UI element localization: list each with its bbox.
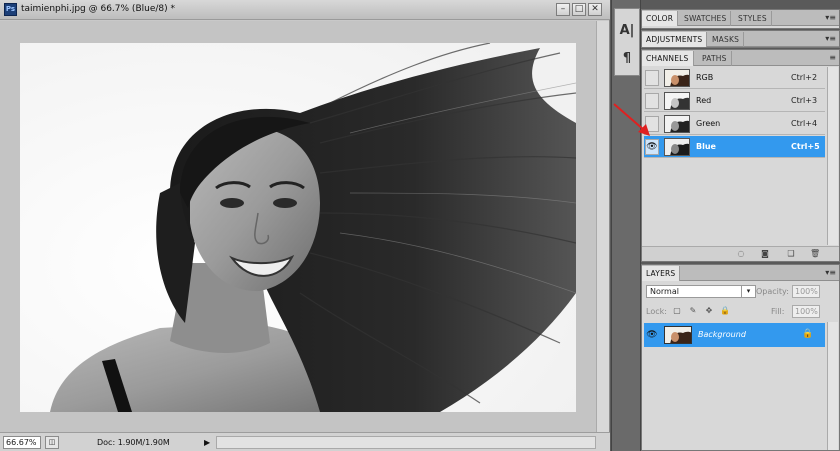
panel-menu-icon[interactable]: ▾≡ xyxy=(825,268,836,277)
tab-channels[interactable]: CHANNELS xyxy=(642,51,694,66)
channel-thumbnail xyxy=(664,138,690,156)
vertical-scrollbar[interactable] xyxy=(596,21,609,432)
channel-thumbnail xyxy=(664,69,690,87)
layer-row-background[interactable]: 👁 Background 🔒 xyxy=(644,323,825,347)
paragraph-panel-icon[interactable]: ¶ xyxy=(615,51,639,66)
document-info: Doc: 1.90M/1.90M xyxy=(97,438,170,447)
photoshop-icon: Ps xyxy=(4,3,17,16)
lock-icon: 🔒 xyxy=(802,329,814,339)
status-bar: 66.67% ◫ Doc: 1.90M/1.90M ▶ xyxy=(0,432,610,451)
opacity-field[interactable]: 100% xyxy=(792,285,820,298)
channels-footer: ◌ ◙ ❑ 🗑 xyxy=(642,246,839,261)
tab-color[interactable]: COLOR xyxy=(642,11,679,26)
lock-all-icon[interactable]: 🔒 xyxy=(720,306,730,316)
close-icon[interactable]: ✕ xyxy=(588,3,602,16)
lock-label: Lock: xyxy=(646,307,667,316)
new-channel-icon[interactable]: ❑ xyxy=(786,249,796,259)
zoom-field[interactable]: 66.67% xyxy=(3,436,41,449)
tab-paths[interactable]: PATHS xyxy=(698,51,732,66)
layers-panel-tabs: LAYERS ▾≡ xyxy=(642,265,839,281)
channel-row-rgb[interactable]: RGB Ctrl+2 xyxy=(644,67,825,89)
document-window: Ps taimienphi.jpg @ 66.7% (Blue/8) * – □… xyxy=(0,0,610,451)
channel-thumbnail xyxy=(664,92,690,110)
chevron-down-icon[interactable]: ▾ xyxy=(741,285,755,298)
layer-name: Background xyxy=(698,330,746,339)
eye-icon[interactable]: 👁 xyxy=(645,327,659,343)
channel-row-green[interactable]: Green Ctrl+4 xyxy=(644,113,825,135)
channels-panel-tabs: CHANNELS PATHS ≡ xyxy=(642,50,839,66)
tab-adjustments[interactable]: ADJUSTMENTS xyxy=(642,32,708,47)
trash-icon[interactable]: 🗑 xyxy=(810,249,820,259)
portrait-photo xyxy=(20,43,576,412)
document-titlebar[interactable]: Ps taimienphi.jpg @ 66.7% (Blue/8) * – □… xyxy=(0,0,610,20)
channel-name: Blue xyxy=(696,142,716,151)
status-menu-arrow-icon[interactable]: ▶ xyxy=(204,436,214,449)
channels-scrollbar[interactable] xyxy=(827,67,838,245)
save-selection-icon[interactable]: ◙ xyxy=(760,249,770,259)
channel-shortcut: Ctrl+3 xyxy=(791,96,818,105)
panel-menu-icon[interactable]: ▾≡ xyxy=(825,13,836,22)
layers-panel: LAYERS ▾≡ Normal ▾ Opacity: 100% Lock: ▢… xyxy=(641,264,840,451)
channel-name: RGB xyxy=(696,73,714,82)
lock-transparent-icon[interactable]: ▢ xyxy=(672,306,682,316)
channels-panel: CHANNELS PATHS ≡ RGB Ctrl+2 Red Ctrl+3 G… xyxy=(641,49,840,262)
annotation-arrow-icon xyxy=(613,103,650,136)
character-panel-icon[interactable]: A| xyxy=(615,23,639,38)
channel-name: Green xyxy=(696,119,721,128)
layer-thumbnail xyxy=(664,326,692,344)
horizontal-scrollbar[interactable] xyxy=(216,436,596,449)
load-selection-icon[interactable]: ◌ xyxy=(736,249,746,259)
channel-row-red[interactable]: Red Ctrl+3 xyxy=(644,90,825,112)
tab-swatches[interactable]: SWATCHES xyxy=(680,11,732,26)
panel-dock-strip: A| ¶ xyxy=(611,0,641,451)
color-panel-tabs: COLOR SWATCHES STYLES ▾≡ xyxy=(642,10,839,26)
fill-field[interactable]: 100% xyxy=(792,305,820,318)
collapsed-panel-dock: A| ¶ xyxy=(614,8,640,76)
blend-mode-select[interactable]: Normal xyxy=(646,285,756,298)
adjustments-panel: ADJUSTMENTS MASKS ▾≡ xyxy=(641,30,840,48)
layers-scrollbar[interactable] xyxy=(827,322,838,450)
channel-shortcut: Ctrl+5 xyxy=(791,142,820,151)
visibility-toggle[interactable] xyxy=(645,70,659,86)
maximize-icon[interactable]: □ xyxy=(572,3,586,16)
fill-label: Fill: xyxy=(771,307,785,316)
panel-menu-icon[interactable]: ≡ xyxy=(829,53,836,62)
document-title: taimienphi.jpg @ 66.7% (Blue/8) * xyxy=(21,4,175,14)
lock-position-icon[interactable]: ✥ xyxy=(704,306,714,316)
navigator-icon[interactable]: ◫ xyxy=(45,436,59,449)
channel-shortcut: Ctrl+4 xyxy=(791,119,818,128)
color-panel: COLOR SWATCHES STYLES ▾≡ xyxy=(641,9,840,29)
adjustments-panel-tabs: ADJUSTMENTS MASKS ▾≡ xyxy=(642,31,839,47)
tab-styles[interactable]: STYLES xyxy=(734,11,772,26)
tab-masks[interactable]: MASKS xyxy=(708,32,745,47)
lock-image-icon[interactable]: ✎ xyxy=(688,306,698,316)
channel-thumbnail xyxy=(664,115,690,133)
channel-row-blue[interactable]: 👁 Blue Ctrl+5 xyxy=(644,136,825,158)
minimize-icon[interactable]: – xyxy=(556,3,570,16)
document-image[interactable] xyxy=(20,43,576,412)
channel-name: Red xyxy=(696,96,712,105)
panel-menu-icon[interactable]: ▾≡ xyxy=(825,34,836,43)
tab-layers[interactable]: LAYERS xyxy=(642,266,681,281)
channel-shortcut: Ctrl+2 xyxy=(791,73,818,82)
opacity-label: Opacity: xyxy=(756,287,789,296)
